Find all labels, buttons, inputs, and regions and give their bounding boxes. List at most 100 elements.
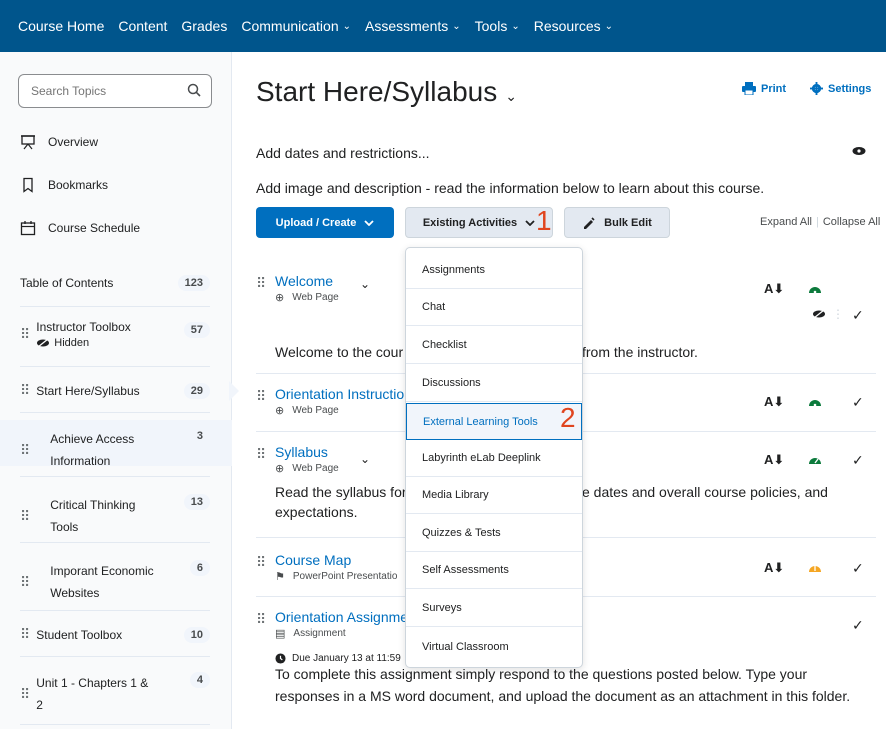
nav-assessments[interactable]: Assessments ⌄ xyxy=(365,18,461,34)
page-title[interactable]: Start Here/Syllabus ⌄ xyxy=(256,76,517,108)
module-student-toolbox[interactable]: ⠿ Student Toolbox 10 xyxy=(20,626,210,643)
add-dates-link[interactable]: Add dates and restrictions... xyxy=(256,145,430,161)
bookmarks-link[interactable]: Bookmarks xyxy=(20,177,108,193)
item-title-link[interactable]: Welcome xyxy=(275,273,333,289)
search-icon[interactable] xyxy=(187,83,201,97)
gear-icon xyxy=(810,82,823,95)
menu-item-chat[interactable]: Chat xyxy=(406,289,582,326)
gauge-icon[interactable] xyxy=(808,564,822,572)
module-critical-thinking[interactable]: ⠿ Critical Thinking Tools 13 xyxy=(20,494,210,538)
item-description: Welcome to the cour xyxy=(275,344,404,360)
chevron-down-icon[interactable]: ⌄ xyxy=(360,452,370,466)
item-title-link[interactable]: Orientation Assignme xyxy=(275,609,408,625)
nav-course-home[interactable]: Course Home xyxy=(18,18,104,34)
item-title-link[interactable]: Course Map xyxy=(275,552,351,568)
overview-link[interactable]: Overview xyxy=(20,134,98,150)
item-description-tail: e dates and overall course policies, and xyxy=(582,484,828,500)
nav-label: Communication xyxy=(241,18,339,34)
add-description-link[interactable]: Add image and description - read the inf… xyxy=(256,180,764,196)
menu-item-quizzes-tests[interactable]: Quizzes & Tests xyxy=(406,515,582,552)
checkmark-icon[interactable]: ✓ xyxy=(852,394,864,411)
checkmark-icon[interactable]: ✓ xyxy=(852,560,864,577)
menu-item-self-assessments[interactable]: Self Assessments xyxy=(406,552,582,589)
print-button[interactable]: Print xyxy=(742,82,786,95)
checkmark-icon[interactable]: ✓ xyxy=(852,307,864,324)
drag-handle-icon[interactable]: ⠿ xyxy=(20,442,30,459)
module-instructor-toolbox[interactable]: ⠿ Instructor Toolbox Hidden 57 xyxy=(20,320,210,349)
nav-communication[interactable]: Communication ⌄ xyxy=(241,18,351,34)
checkmark-icon[interactable]: ✓ xyxy=(852,452,864,469)
chevron-down-icon[interactable]: ⌄ xyxy=(505,88,517,104)
chevron-down-icon: ⌄ xyxy=(452,20,461,32)
item-type: ⊕ Web Page xyxy=(275,291,339,304)
sort-icon[interactable]: A⬇ xyxy=(764,394,784,410)
module-unit-1[interactable]: ⠿ Unit 1 - Chapters 1 & 2 4 xyxy=(20,672,210,716)
nav-content[interactable]: Content xyxy=(118,18,167,34)
existing-activities-button[interactable]: Existing Activities xyxy=(405,207,553,238)
drag-handle-icon[interactable]: ⠿ xyxy=(256,611,266,628)
selected-indicator-arrow xyxy=(229,381,239,401)
drag-handle-icon[interactable]: ⠿ xyxy=(20,382,30,399)
menu-item-virtual-classroom[interactable]: Virtual Classroom xyxy=(406,628,582,665)
module-text: Critical Thinking Tools xyxy=(50,494,135,538)
drag-handle-icon[interactable]: ⠿ xyxy=(256,554,266,571)
menu-item-checklist[interactable]: Checklist xyxy=(406,327,582,364)
top-navigation: Course Home Content Grades Communication… xyxy=(0,0,886,52)
nav-tools[interactable]: Tools ⌄ xyxy=(475,18,520,34)
drag-handle-icon[interactable]: ⠿ xyxy=(256,388,266,405)
gauge-icon[interactable] xyxy=(808,285,822,293)
module-important-economic[interactable]: ⠿ Imporant Economic Websites 6 xyxy=(20,560,210,604)
module-achieve-access[interactable]: ⠿ Achieve Access Information 3 xyxy=(20,428,210,472)
nav-grades[interactable]: Grades xyxy=(181,18,227,34)
search-input[interactable] xyxy=(31,84,181,98)
collapse-all-link[interactable]: Collapse All xyxy=(823,216,880,228)
sort-icon[interactable]: A⬇ xyxy=(764,281,784,297)
separator: | xyxy=(815,216,819,228)
item-title-link[interactable]: Syllabus xyxy=(275,444,328,460)
nav-resources[interactable]: Resources ⌄ xyxy=(534,18,613,34)
item-title-link[interactable]: Orientation Instructio xyxy=(275,386,404,402)
expand-all-link[interactable]: Expand All xyxy=(760,216,812,228)
hidden-eye-icon[interactable] xyxy=(812,309,826,319)
drag-handle-icon[interactable]: ⠿ xyxy=(256,275,266,292)
module-label-line2: Tools xyxy=(50,520,79,534)
gauge-icon[interactable] xyxy=(808,398,822,406)
existing-label: Existing Activities xyxy=(422,216,518,229)
menu-item-labyrinth-elab[interactable]: Labyrinth eLab Deeplink xyxy=(406,440,582,477)
upload-label: Upload / Create xyxy=(275,216,357,229)
bulk-edit-label: Bulk Edit xyxy=(604,216,652,229)
drag-handle-icon[interactable]: ⠿ xyxy=(256,446,266,463)
gauge-icon[interactable] xyxy=(808,456,822,464)
drag-handle-icon[interactable]: ⠿ xyxy=(20,326,30,343)
module-count-badge: 6 xyxy=(189,560,210,576)
overview-label: Overview xyxy=(48,135,99,149)
menu-item-assignments[interactable]: Assignments xyxy=(406,252,582,289)
item-description: Read the syllabus for xyxy=(275,484,407,500)
item-type: ⚑ PowerPoint Presentatio xyxy=(275,570,397,583)
eye-icon[interactable] xyxy=(852,146,866,156)
module-start-here-syllabus[interactable]: ⠿ Start Here/Syllabus 29 xyxy=(20,382,210,399)
nav-label: Content xyxy=(118,18,168,34)
drag-handle-icon[interactable]: ⠿ xyxy=(20,686,30,703)
module-text: Achieve Access Information xyxy=(50,428,134,472)
due-date: Due January 13 at 11:59 xyxy=(275,653,401,664)
menu-item-discussions[interactable]: Discussions xyxy=(406,365,582,402)
checkmark-icon[interactable]: ✓ xyxy=(852,617,864,634)
upload-create-button[interactable]: Upload / Create xyxy=(256,207,394,238)
sort-icon[interactable]: A⬇ xyxy=(764,452,784,468)
course-schedule-link[interactable]: Course Schedule xyxy=(20,220,140,236)
menu-item-media-library[interactable]: Media Library xyxy=(406,477,582,514)
menu-item-external-learning-tools[interactable]: External Learning Tools xyxy=(406,403,582,440)
sort-icon[interactable]: A⬇ xyxy=(764,560,784,576)
module-label: Achieve Access xyxy=(50,432,135,446)
drag-handle-icon[interactable]: ⠿ xyxy=(20,626,30,643)
drag-handle-icon[interactable]: ⠿ xyxy=(20,574,30,591)
chevron-down-icon xyxy=(525,219,535,226)
menu-item-surveys[interactable]: Surveys xyxy=(406,590,582,627)
bulk-edit-button[interactable]: Bulk Edit xyxy=(564,207,670,238)
divider xyxy=(20,724,210,725)
settings-button[interactable]: Settings xyxy=(810,82,871,95)
table-of-contents[interactable]: Table of Contents 123 xyxy=(20,275,210,291)
drag-handle-icon[interactable]: ⠿ xyxy=(20,508,30,525)
chevron-down-icon[interactable]: ⌄ xyxy=(360,277,370,291)
